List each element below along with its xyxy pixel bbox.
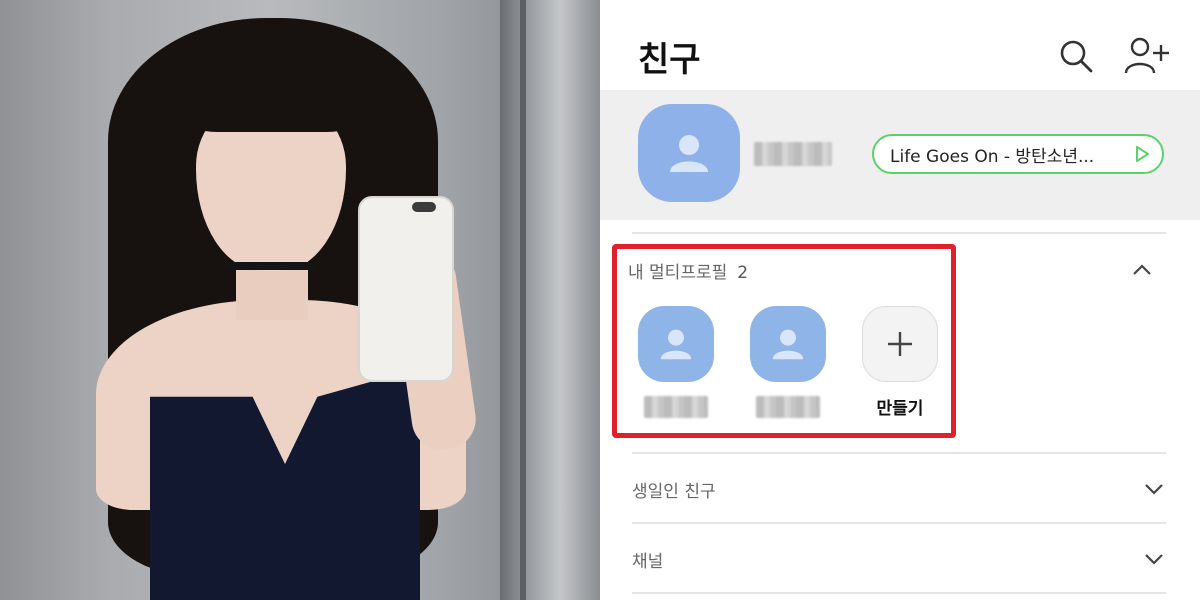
add-friend-button[interactable] bbox=[1120, 32, 1174, 78]
profile-music-button[interactable]: Life Goes On - 방탄소년... bbox=[872, 134, 1164, 174]
divider bbox=[632, 592, 1166, 594]
door-frame bbox=[500, 0, 600, 600]
bangs bbox=[186, 62, 358, 132]
chevron-down-icon bbox=[1145, 554, 1163, 565]
highlight-box bbox=[612, 244, 956, 438]
play-icon bbox=[1136, 146, 1149, 162]
search-button[interactable] bbox=[1054, 34, 1098, 78]
my-profile-row[interactable]: Life Goes On - 방탄소년... bbox=[600, 90, 1200, 220]
phone bbox=[358, 196, 454, 382]
divider bbox=[632, 452, 1166, 454]
section-label: 생일인 친구 bbox=[632, 481, 716, 502]
my-name-blurred bbox=[754, 142, 832, 166]
default-person-icon bbox=[670, 135, 708, 172]
divider bbox=[632, 522, 1166, 524]
friends-screen: 친구 Life Goes On - 방탄소년... 내 멀티프로필 2 만들기 … bbox=[600, 0, 1200, 600]
section-channel[interactable]: 채널 bbox=[632, 534, 1166, 584]
chevron-up-icon[interactable] bbox=[1130, 258, 1154, 282]
music-status-text: Life Goes On - 방탄소년... bbox=[890, 146, 1095, 167]
chevron-down-icon bbox=[1145, 484, 1163, 495]
door-edge bbox=[520, 0, 526, 600]
choker bbox=[224, 262, 316, 270]
search-icon bbox=[1060, 40, 1093, 73]
my-avatar[interactable] bbox=[638, 104, 740, 202]
section-label: 채널 bbox=[632, 551, 664, 572]
section-birthday-friends[interactable]: 생일인 친구 bbox=[632, 464, 1166, 514]
page-title: 친구 bbox=[638, 40, 701, 80]
add-user-icon bbox=[1124, 37, 1169, 74]
divider bbox=[632, 232, 1166, 234]
phone-camera bbox=[412, 202, 436, 212]
selfie-photo bbox=[0, 0, 600, 600]
